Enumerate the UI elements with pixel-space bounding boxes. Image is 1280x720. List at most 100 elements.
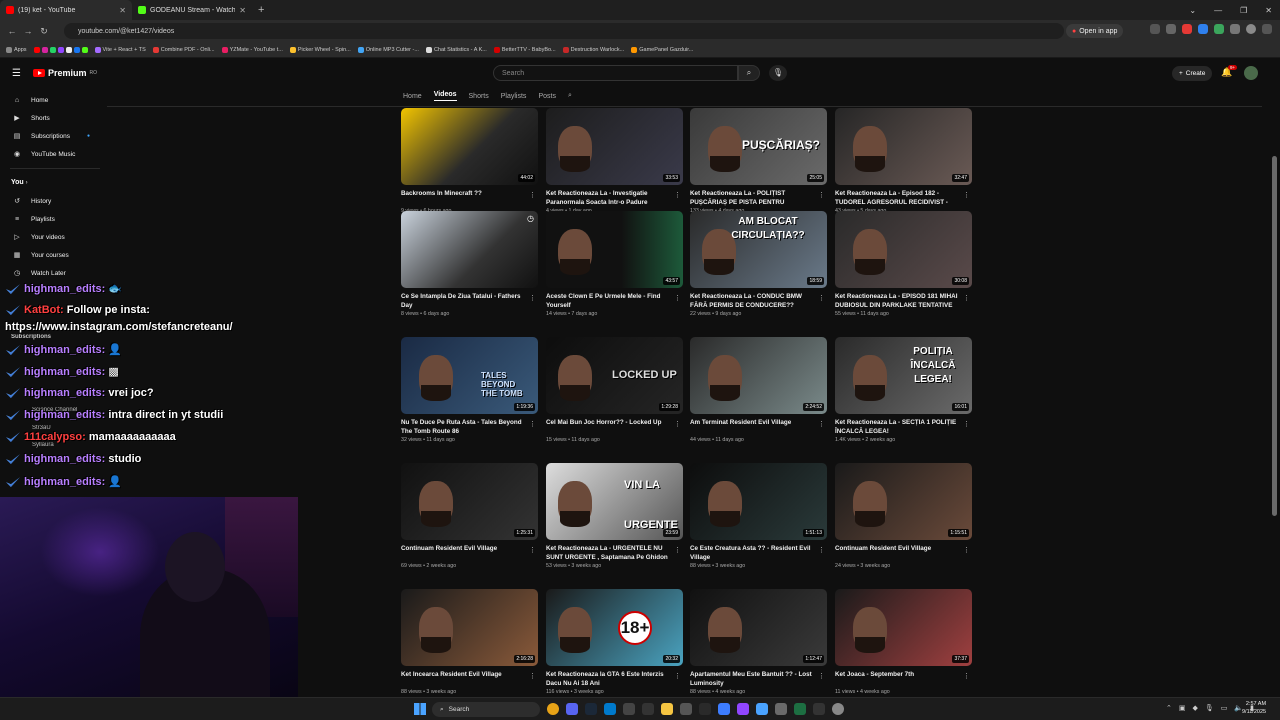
more-options-icon[interactable]: ⋮ (529, 672, 536, 680)
video-title[interactable]: Ket Incearca Resident Evil Village (401, 671, 538, 688)
more-options-icon[interactable]: ⋮ (963, 546, 970, 554)
video-thumbnail[interactable]: 1:15:51 (835, 463, 972, 540)
extension-green-icon[interactable] (1214, 24, 1224, 34)
x-bookmark-icon[interactable] (65, 46, 72, 53)
video-card[interactable]: 44:02Backrooms In Minecraft ??9 views • … (401, 108, 538, 214)
video-thumbnail[interactable]: POLIȚIA ÎNCALCĂ LEGEA! 16:01 (835, 337, 972, 414)
bookmark-apps[interactable]: Apps (6, 46, 27, 53)
more-options-icon[interactable]: ⋮ (674, 420, 681, 428)
sidebar-item-youtube-music[interactable]: ◉ YouTube Music (0, 146, 100, 162)
video-thumbnail[interactable]: 43:57 (546, 211, 683, 288)
more-options-icon[interactable]: ⋮ (529, 420, 536, 428)
vscode-icon[interactable] (604, 703, 616, 715)
reload-icon[interactable]: ↻ (36, 26, 52, 37)
video-card[interactable]: AM BLOCAT CIRCULAȚIA?? 18:59 Ket Reactione… (690, 211, 827, 317)
bookmark-combine-pdf[interactable]: Combine PDF - Onli... (152, 46, 215, 53)
video-card[interactable]: 1:25:31 Continuam Resident Evil Village 69… (401, 463, 538, 569)
video-title[interactable]: Ket Reactioneaza La - SECȚIA 1 POLIȚIE Î… (835, 419, 972, 436)
watch-later-icon[interactable]: ◷ (527, 214, 534, 223)
app-icon[interactable] (756, 703, 768, 715)
video-card[interactable]: LOCKED UP 1:29:28 Cel Mai Bun Joc Horror??… (546, 337, 683, 443)
more-options-icon[interactable]: ⋮ (963, 294, 970, 302)
video-card[interactable]: 1:15:51 Continuam Resident Evil Village 24… (835, 463, 972, 569)
windows-start-icon[interactable] (414, 703, 426, 715)
tab-search-icon[interactable]: ⌄ (1189, 6, 1196, 15)
back-icon[interactable]: ← (4, 26, 20, 36)
video-card[interactable]: 2:24:52 Am Terminat Resident Evil Village… (690, 337, 827, 443)
video-title[interactable]: Apartamentul Meu Este Bantuit ?? - Lost … (690, 671, 827, 688)
more-options-icon[interactable]: ⋮ (529, 546, 536, 554)
video-card[interactable]: POLIȚIA ÎNCALCĂ LEGEA! 16:01 Ket Reactione… (835, 337, 972, 443)
obs-icon[interactable] (642, 703, 654, 715)
video-title[interactable]: Continuam Resident Evil Village (835, 545, 972, 562)
video-card[interactable]: 1:51:13 Ce Este Creatura Asta ?? - Reside… (690, 463, 827, 569)
video-title[interactable]: Backrooms In Minecraft ?? (401, 190, 538, 207)
video-thumbnail[interactable]: ◷ (401, 211, 538, 288)
more-options-icon[interactable]: ⋮ (674, 672, 681, 680)
more-options-icon[interactable]: ⋮ (529, 294, 536, 302)
tab-playlists[interactable]: Playlists (501, 93, 527, 100)
video-card[interactable]: VIN LA URGENTE 23:59 Ket Reactioneaza La -… (546, 463, 683, 569)
video-title[interactable]: Am Terminat Resident Evil Village (690, 419, 827, 436)
video-card[interactable]: 2:16:28 Ket Incearca Resident Evil Villag… (401, 589, 538, 695)
video-thumbnail[interactable]: 18+ 20:32 (546, 589, 683, 666)
tab-shorts[interactable]: Shorts (469, 93, 489, 100)
extensions-puzzle-icon[interactable] (1230, 24, 1240, 34)
video-card[interactable]: 37:37 Ket Joaca - September 7th 11 views •… (835, 589, 972, 695)
video-thumbnail[interactable]: TALES BEYOND THE TOMB 1:19:36 (401, 337, 538, 414)
more-options-icon[interactable]: ⋮ (674, 191, 681, 199)
search-input[interactable]: Search (493, 65, 738, 81)
close-window-icon[interactable]: ✕ (1265, 6, 1272, 15)
extension-blue-icon[interactable] (1198, 24, 1208, 34)
more-options-icon[interactable]: ⋮ (818, 420, 825, 428)
bookmark-chat-statistics[interactable]: Chat Statistics - A K... (425, 46, 487, 53)
video-thumbnail[interactable]: 30:08 (835, 211, 972, 288)
video-thumbnail[interactable]: LOCKED UP 1:29:28 (546, 337, 683, 414)
channel-search-icon[interactable]: ⌕ (568, 92, 572, 100)
create-button[interactable]: + Create (1172, 66, 1213, 81)
sidebar-item-subscriptions[interactable]: ▤ Subscriptions ● (0, 128, 100, 144)
mic-icon[interactable]: 🎙 (1205, 704, 1214, 712)
chrome-icon[interactable] (547, 703, 559, 715)
maximize-icon[interactable]: ❐ (1240, 6, 1247, 15)
video-thumbnail[interactable]: 37:37 (835, 589, 972, 666)
excel-icon[interactable] (794, 703, 806, 715)
twitch-bookmark-icon[interactable] (57, 46, 64, 53)
tab-videos[interactable]: Videos (433, 91, 457, 101)
more-options-icon[interactable]: ⋮ (674, 546, 681, 554)
close-tab-icon[interactable]: ✕ (119, 6, 126, 15)
facebook-bookmark-icon[interactable] (73, 46, 80, 53)
video-title[interactable]: Ket Reactioneaza La - Episod 182 - TUDOR… (835, 190, 972, 207)
discord-icon[interactable] (566, 703, 578, 715)
whatsapp-bookmark-icon[interactable] (49, 46, 56, 53)
video-card[interactable]: ◷ Ce Se Intampla De Ziua Tatalui - Father… (401, 211, 538, 317)
video-title[interactable]: Ket Joaca - September 7th (835, 671, 972, 688)
account-avatar[interactable] (1244, 66, 1258, 80)
sidebar-section-you[interactable]: You › (11, 179, 28, 186)
sidebar-item-your-videos[interactable]: ▷ Your videos (0, 229, 100, 245)
more-options-icon[interactable]: ⋮ (674, 294, 681, 302)
chevron-up-icon[interactable]: ⌃ (1166, 704, 1172, 712)
voice-search-button[interactable]: 🎙 (769, 65, 787, 81)
video-thumbnail[interactable]: 1:12:47 (690, 589, 827, 666)
video-title[interactable]: Ket Reactioneaza la GTA 6 Este Interzis … (546, 671, 683, 688)
tray-app-icon[interactable]: ▣ (1179, 704, 1186, 712)
video-card[interactable]: 43:57 Aceste Clown E Pe Urmele Mele - Fin… (546, 211, 683, 317)
extension-red-icon[interactable] (1182, 24, 1192, 34)
close-tab-icon[interactable]: ✕ (239, 6, 246, 15)
sidebar-item-home[interactable]: ⌂ Home (0, 92, 100, 108)
video-card[interactable]: 1:12:47 Apartamentul Meu Este Bantuit ?? … (690, 589, 827, 695)
more-options-icon[interactable]: ⋮ (529, 191, 536, 199)
hamburger-menu-icon[interactable]: ☰ (12, 68, 21, 79)
tray-app-icon[interactable]: ◆ (1193, 704, 1198, 712)
video-thumbnail[interactable]: PUȘCĂRIAȘ? 25:05 (690, 108, 827, 185)
video-thumbnail[interactable]: 33:53 (546, 108, 683, 185)
video-title[interactable]: Ce Se Intampla De Ziua Tatalui - Fathers… (401, 293, 538, 310)
open-in-app-button[interactable]: ● Open in app (1066, 24, 1124, 38)
instagram-bookmark-icon[interactable] (41, 46, 48, 53)
video-thumbnail[interactable]: VIN LA URGENTE 23:59 (546, 463, 683, 540)
more-options-icon[interactable]: ⋮ (818, 672, 825, 680)
video-thumbnail[interactable]: 44:02 (401, 108, 538, 185)
video-title[interactable]: Continuam Resident Evil Village (401, 545, 538, 562)
video-thumbnail[interactable]: 2:16:28 (401, 589, 538, 666)
